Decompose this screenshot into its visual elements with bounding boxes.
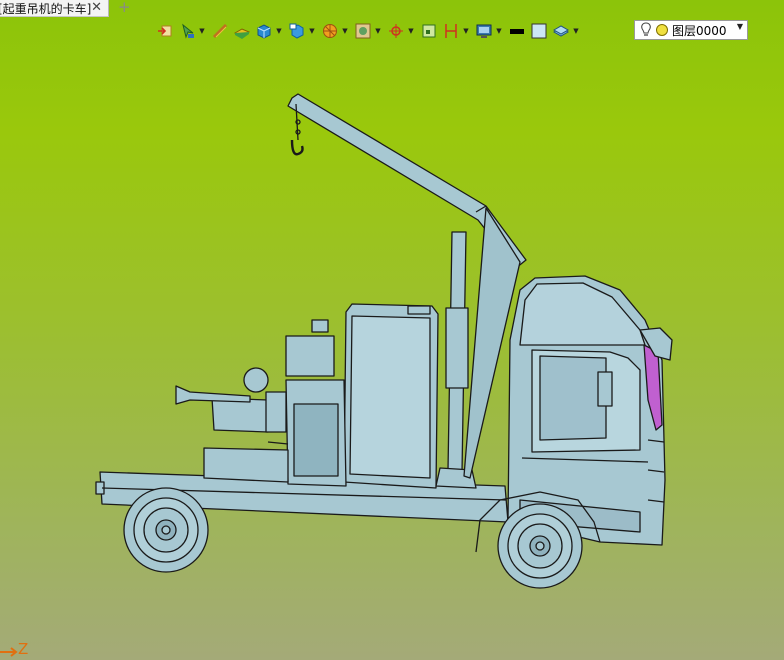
layer-select[interactable]: 图层0000 ▼ — [634, 20, 748, 40]
chevron-down-icon[interactable]: ▼ — [275, 27, 283, 35]
layer-manager-icon[interactable] — [550, 20, 572, 42]
crane-truck-model[interactable] — [0, 0, 784, 660]
section-plane-icon[interactable] — [418, 20, 440, 42]
chevron-down-icon[interactable]: ▼ — [462, 27, 470, 35]
chevron-down-icon[interactable]: ▼ — [737, 22, 743, 31]
chevron-down-icon[interactable]: ▼ — [374, 27, 382, 35]
z-axis-arrow-icon — [0, 647, 18, 657]
view-entity-icon[interactable] — [154, 20, 176, 42]
pick-filter-icon[interactable] — [176, 20, 198, 42]
shaded-cube-icon[interactable] — [286, 20, 308, 42]
lightbulb-icon[interactable] — [640, 22, 652, 38]
render-style-icon[interactable] — [319, 20, 341, 42]
document-tab-title: [起重吊机的卡车] — [0, 1, 92, 16]
line-color-swatch-icon[interactable] — [506, 20, 528, 42]
chevron-down-icon[interactable]: ▼ — [308, 27, 316, 35]
chevron-down-icon[interactable]: ▼ — [198, 27, 206, 35]
triad-icon[interactable] — [385, 20, 407, 42]
display-settings-icon[interactable] — [473, 20, 495, 42]
3d-viewport[interactable]: [起重吊机的卡车] ✕ + ▼ ▼ ▼ ▼ ▼ ▼ ▼ ▼ ▼ 图层0000 ▼… — [0, 0, 784, 660]
surface-icon[interactable] — [231, 20, 253, 42]
measure-icon[interactable] — [209, 20, 231, 42]
layer-name: 图层0000 — [672, 23, 727, 38]
solid-cube-icon[interactable] — [253, 20, 275, 42]
document-tab-bar: [起重吊机的卡车] ✕ + — [0, 0, 784, 17]
view-orientation-icon[interactable] — [352, 20, 374, 42]
chevron-down-icon[interactable]: ▼ — [572, 27, 580, 35]
close-icon[interactable]: ✕ — [91, 0, 102, 16]
chevron-down-icon[interactable]: ▼ — [341, 27, 349, 35]
viewport-toolbar: ▼ ▼ ▼ ▼ ▼ ▼ ▼ ▼ ▼ — [154, 20, 583, 42]
chevron-down-icon[interactable]: ▼ — [407, 27, 415, 35]
chevron-down-icon[interactable]: ▼ — [495, 27, 503, 35]
dimension-icon[interactable] — [440, 20, 462, 42]
layer-color-dot-icon[interactable] — [655, 23, 669, 37]
add-tab-icon[interactable]: + — [118, 0, 131, 16]
fill-color-swatch-icon[interactable] — [528, 20, 550, 42]
document-tab[interactable]: [起重吊机的卡车] ✕ — [0, 0, 109, 17]
axis-label: Z — [18, 640, 29, 658]
